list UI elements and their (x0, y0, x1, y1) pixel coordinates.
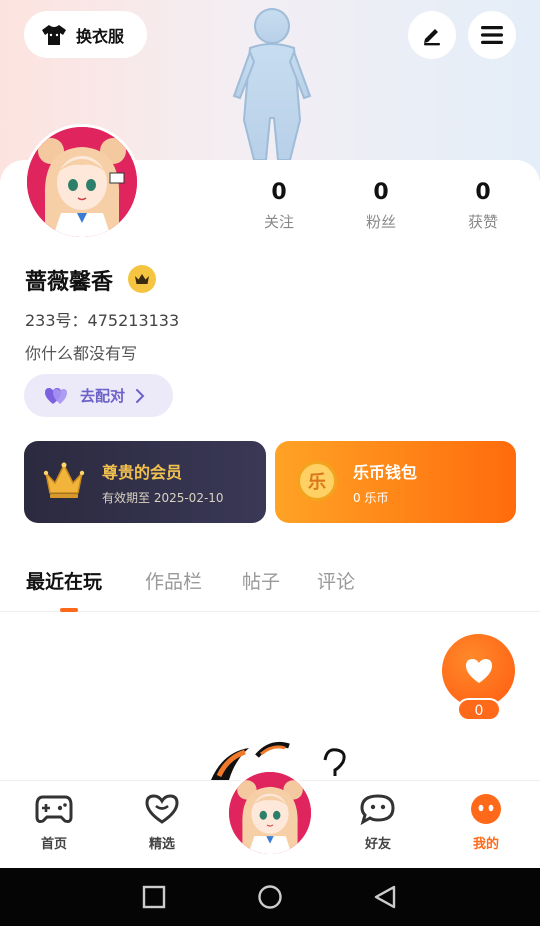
nav-center-avatar[interactable] (226, 769, 314, 857)
chevron-right-icon (136, 388, 145, 403)
home-circle-icon[interactable] (257, 884, 283, 910)
profile-tabs: 最近在玩 作品栏 帖子 评论 (0, 562, 540, 612)
nav-friends[interactable]: 好友 (343, 793, 413, 852)
double-heart-icon (45, 387, 67, 404)
user-bio: 你什么都没有写 (25, 344, 138, 363)
chat-bubble-icon (360, 794, 395, 826)
coin-icon: 乐 (297, 461, 337, 501)
tab-comments[interactable]: 评论 (317, 567, 355, 594)
nav-featured[interactable]: 精选 (127, 793, 197, 852)
menu-button[interactable] (468, 11, 516, 59)
nav-home[interactable]: 首页 (19, 793, 89, 852)
coin-icon-char: 乐 (308, 472, 326, 493)
match-button-label: 去配对 (80, 387, 126, 405)
anime-girl-avatar-image (229, 772, 311, 854)
user-avatar[interactable] (24, 124, 140, 240)
crown-icon (135, 274, 149, 284)
like-button[interactable] (442, 634, 515, 707)
tab-works[interactable]: 作品栏 (145, 567, 202, 594)
vip-membership-card[interactable]: 尊贵的会员 有效期至 2025-02-10 (24, 441, 266, 523)
avatar-figure-preview (232, 8, 312, 160)
gold-crown-icon (43, 462, 85, 498)
tab-posts[interactable]: 帖子 (242, 567, 280, 594)
back-triangle-icon[interactable] (372, 884, 398, 910)
edit-profile-button[interactable] (408, 11, 456, 59)
nav-mine[interactable]: 我的 (451, 793, 521, 852)
wallet-card-balance: 0 乐币 (353, 491, 389, 505)
username: 蔷薇馨香 (25, 270, 114, 295)
change-outfit-button[interactable]: 换衣服 (24, 11, 147, 58)
stat-likes-value: 0 (475, 180, 491, 205)
bottom-navigation: 首页 精选 好友 我的 (0, 769, 540, 868)
vip-card-expiry: 有效期至 2025-02-10 (102, 491, 224, 505)
anime-girl-avatar-image (27, 127, 137, 237)
stat-fans-value: 0 (373, 180, 389, 205)
stat-fans[interactable]: 0 粉丝 (341, 180, 421, 232)
vip-crown-badge[interactable] (128, 265, 156, 293)
gamepad-icon (35, 795, 73, 823)
nav-mine-label: 我的 (472, 837, 499, 852)
pencil-icon (424, 29, 440, 46)
face-icon (471, 794, 501, 824)
system-navigation-bar (0, 868, 540, 926)
vip-card-title: 尊贵的会员 (102, 463, 183, 482)
wallet-card-title: 乐币钱包 (353, 463, 418, 482)
tshirt-icon (42, 24, 66, 45)
nav-featured-label: 精选 (148, 837, 175, 852)
stat-following[interactable]: 0 关注 (239, 180, 319, 232)
recents-square-icon[interactable] (141, 884, 167, 910)
match-button[interactable]: 去配对 (24, 374, 173, 417)
heart-outline-icon (145, 794, 179, 824)
wallet-card[interactable]: 乐 乐币钱包 0 乐币 (275, 441, 516, 523)
stat-following-value: 0 (271, 180, 287, 205)
nav-home-label: 首页 (40, 837, 67, 852)
tab-active-indicator (60, 608, 78, 612)
hamburger-menu-icon (481, 26, 503, 44)
change-outfit-label: 换衣服 (76, 26, 125, 46)
nav-friends-label: 好友 (364, 837, 391, 852)
user-id: 233号：475213133 (25, 311, 180, 330)
stat-likes[interactable]: 0 获赞 (443, 180, 523, 232)
stat-following-label: 关注 (263, 213, 294, 231)
stat-fans-label: 粉丝 (365, 213, 396, 231)
stat-likes-label: 获赞 (467, 213, 498, 231)
like-count-badge: 0 (457, 698, 501, 721)
heart-icon (465, 658, 492, 683)
tab-recently-played[interactable]: 最近在玩 (26, 567, 102, 594)
